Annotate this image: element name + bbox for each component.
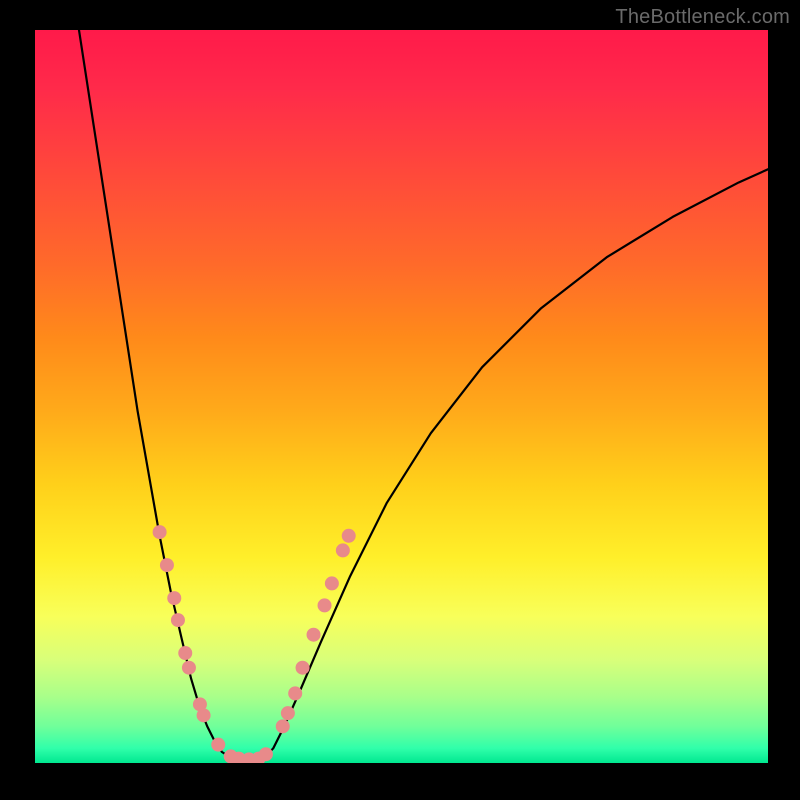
marker-dot	[197, 708, 211, 722]
marker-dot	[182, 661, 196, 675]
watermark-text: TheBottleneck.com	[615, 6, 790, 29]
curve-left-curve	[79, 30, 231, 758]
marker-dot	[160, 558, 174, 572]
marker-dot	[211, 738, 225, 752]
marker-dot	[171, 613, 185, 627]
plot-area	[35, 30, 768, 763]
marker-dot	[178, 646, 192, 660]
marker-dot	[318, 598, 332, 612]
marker-dot	[288, 686, 302, 700]
marker-dot	[153, 525, 167, 539]
marker-dot	[296, 661, 310, 675]
curve-svg	[35, 30, 768, 763]
marker-dot	[325, 576, 339, 590]
marker-dot	[259, 747, 273, 761]
curve-right-curve	[262, 169, 768, 759]
chart-container: TheBottleneck.com	[0, 0, 800, 800]
marker-dot	[336, 543, 350, 557]
marker-dot	[281, 706, 295, 720]
marker-dot	[167, 591, 181, 605]
marker-dot	[307, 628, 321, 642]
marker-dot	[342, 529, 356, 543]
marker-dot	[276, 719, 290, 733]
